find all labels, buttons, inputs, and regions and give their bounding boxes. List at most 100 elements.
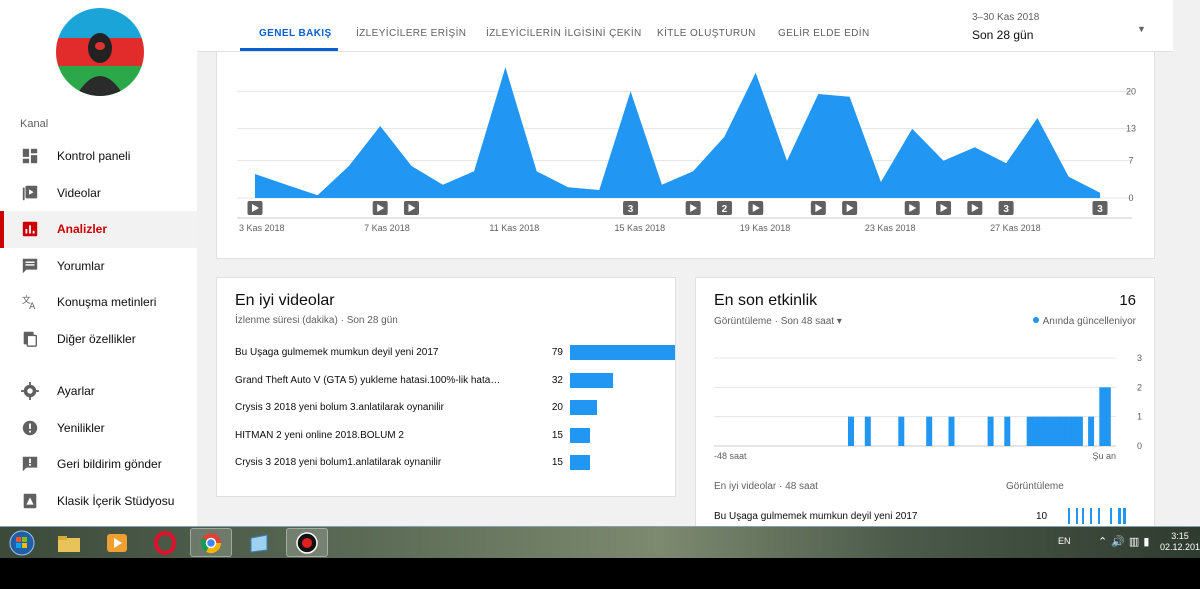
battery-icon[interactable]: ▮ <box>1143 536 1153 548</box>
top-video-title[interactable]: HITMAN 2 yeni online 2018.BOLUM 2 <box>235 430 505 441</box>
activity-count: 16 <box>1119 292 1136 309</box>
dashboard-icon <box>20 146 40 166</box>
y-tick-label: 13 <box>1126 124 1136 134</box>
tab-interest-viewers[interactable]: İZLEYİCİLERİN İLGİSİNİ ÇEKİN <box>486 28 642 39</box>
x-tick-label: 23 Kas 2018 <box>865 223 916 233</box>
feedback-icon <box>20 454 40 474</box>
y-tick-label: 20 <box>1126 86 1136 96</box>
x-tick-label: 11 Kas 2018 <box>489 223 539 233</box>
sidebar: Kanal Kontrol paneli Videolar Analizler Yor… <box>0 0 197 526</box>
top-video-row[interactable]: Grand Theft Auto V (GTA 5) yukleme hatas… <box>235 372 660 389</box>
caret-down-icon: ▾ <box>836 316 842 327</box>
tab-build-audience[interactable]: KİTLE OLUŞTURUN <box>657 28 756 39</box>
x-tick-label: 7 Kas 2018 <box>364 223 410 233</box>
date-period-select[interactable]: Son 28 gün <box>972 28 1033 42</box>
top-video-row[interactable]: Crysis 3 2018 yeni bolum 3.anlatilarak o… <box>235 400 660 416</box>
card-subtitle: İzlenme süresi (dakika) · Son 28 gün <box>235 315 398 326</box>
tray-arrow-icon[interactable]: ⌃ <box>1098 536 1111 548</box>
activity-metric-label: Görüntüleme · Son 48 saat <box>714 316 835 327</box>
sidebar-item-translate[interactable]: 文 A Konuşma metinleri <box>0 284 197 321</box>
analytics-tabs: GENEL BAKIŞ İZLEYİCİLERE ERİŞİN İZLEYİCİ… <box>197 0 1173 52</box>
top-video-row[interactable]: HITMAN 2 yeni online 2018.BOLUM 2 15 <box>235 427 660 444</box>
y-tick-label: 0 <box>1137 441 1142 451</box>
activity-metric-select[interactable]: Görüntüleme · Son 48 saat ▾ <box>714 316 842 327</box>
top-video-title[interactable]: Crysis 3 2018 yeni bolum 3.anlatilarak o… <box>235 402 505 413</box>
network-icon[interactable]: ▥ <box>1129 536 1143 548</box>
sidebar-item-label: Yenilikler <box>57 420 105 435</box>
classic-studio-icon <box>20 491 40 511</box>
latest-activity-card: En son etkinlik 16 Görüntüleme · Son 48 … <box>695 277 1155 529</box>
top-video-title[interactable]: Crysis 3 2018 yeni bolum1.anlatilarak oy… <box>235 457 505 468</box>
activity-bar <box>1104 387 1111 446</box>
top-video-bar <box>570 372 613 388</box>
y-tick-label: 2 <box>1137 382 1142 392</box>
explorer-taskbar-icon[interactable] <box>48 528 90 557</box>
channel-avatar[interactable] <box>56 8 144 96</box>
activity-list-header: En iyi videolar · 48 saat <box>714 481 818 492</box>
activity-bar <box>1071 416 1078 446</box>
clock-time: 3:15 <box>1171 531 1189 541</box>
activity-video-title[interactable]: Bu Uşaga gulmemek mumkun deyil yeni 2017 <box>714 511 917 522</box>
clock-date: 02.12.2018 <box>1160 542 1200 552</box>
activity-bar <box>1037 416 1044 446</box>
tab-overview[interactable]: GENEL BAKIŞ <box>259 28 332 39</box>
chevron-down-icon[interactable]: ▼ <box>1137 24 1146 34</box>
activity-bar <box>1043 416 1050 446</box>
folder-icon <box>58 535 80 552</box>
volume-icon[interactable]: 🔊 <box>1111 536 1129 548</box>
marker-count: 3 <box>1097 204 1103 215</box>
top-video-row[interactable]: Bu Uşaga gulmemek mumkun deyil yeni 2017… <box>235 345 675 361</box>
system-tray-icons[interactable]: ⌃🔊▥▮ <box>1098 535 1153 548</box>
marker-count: 3 <box>1003 204 1009 215</box>
top-video-title[interactable]: Grand Theft Auto V (GTA 5) yukleme hatas… <box>235 375 505 386</box>
sidebar-item-dashboard[interactable]: Kontrol paneli <box>0 138 197 175</box>
tab-earn-revenue[interactable]: GELİR ELDE EDİN <box>778 28 870 39</box>
window-app-icon <box>250 533 268 553</box>
x-tick-label: 3 Kas 2018 <box>239 223 285 233</box>
sidebar-item-video-library[interactable]: Videolar <box>0 175 197 212</box>
sidebar-item-gear[interactable]: Ayarlar <box>0 373 197 410</box>
card-title: En son etkinlik <box>714 292 818 309</box>
sidebar-item-analytics[interactable]: Analizler <box>0 211 197 248</box>
sidebar-item-label: Videolar <box>57 185 101 200</box>
sidebar-item-badge[interactable]: Yenilikler <box>0 410 197 447</box>
app-taskbar-icon[interactable] <box>238 528 280 557</box>
chrome-taskbar-icon[interactable] <box>190 528 232 557</box>
opera-taskbar-icon[interactable] <box>144 528 186 557</box>
top-video-row[interactable]: Crysis 3 2018 yeni bolum1.anlatilarak oy… <box>235 455 660 471</box>
activity-bar <box>864 416 871 446</box>
gear-icon <box>20 381 40 401</box>
media-player-taskbar-icon[interactable] <box>96 528 138 557</box>
x-tick-label: 19 Kas 2018 <box>740 223 791 233</box>
recorder-icon <box>296 531 318 554</box>
video-library-icon <box>20 183 40 203</box>
marker-count: 3 <box>628 204 634 215</box>
avatar-image <box>56 8 144 96</box>
activity-bar <box>1032 416 1039 446</box>
section-label: Kanal <box>20 118 49 130</box>
chrome-icon <box>200 532 222 553</box>
svg-text:A: A <box>29 302 36 311</box>
analytics-icon <box>20 219 40 239</box>
activity-chart: 0 1 2 3 -48 saat Şu an <box>714 353 1142 461</box>
sidebar-item-other-features[interactable]: Diğer özellikler <box>0 321 197 358</box>
clock[interactable]: 3:1502.12.2018 <box>1160 531 1200 553</box>
sidebar-item-comments[interactable]: Yorumlar <box>0 248 197 285</box>
live-label: Anında güncelleniyor <box>1042 316 1136 327</box>
activity-bar <box>926 416 933 446</box>
tab-reach-viewers[interactable]: İZLEYİCİLERE ERİŞİN <box>356 28 466 39</box>
screen-bottom-border <box>0 558 1200 589</box>
sidebar-item-feedback[interactable]: Geri bildirim gönder <box>0 446 197 483</box>
sidebar-item-classic-studio[interactable]: Klasik İçerik Stüdyosu <box>0 483 197 520</box>
side-nav: Kontrol paneli Videolar Analizler Yorumlar 文… <box>0 138 197 519</box>
top-video-bar <box>570 455 590 470</box>
sidebar-item-label: Geri bildirim gönder <box>57 457 162 472</box>
y-tick-label: 1 <box>1137 412 1142 422</box>
top-video-title[interactable]: Bu Uşaga gulmemek mumkun deyil yeni 2017 <box>235 347 505 358</box>
start-button[interactable] <box>4 527 40 558</box>
language-indicator[interactable]: EN <box>1058 536 1071 546</box>
opera-icon <box>154 530 176 555</box>
axis-end-label: Şu an <box>1092 451 1116 461</box>
recorder-taskbar-icon[interactable] <box>286 528 328 557</box>
overview-chart-card: 0 7 13 20 3 2 3 3 3 Kas 2018 7 Kas 2018 11 Kas 201… <box>216 52 1155 259</box>
